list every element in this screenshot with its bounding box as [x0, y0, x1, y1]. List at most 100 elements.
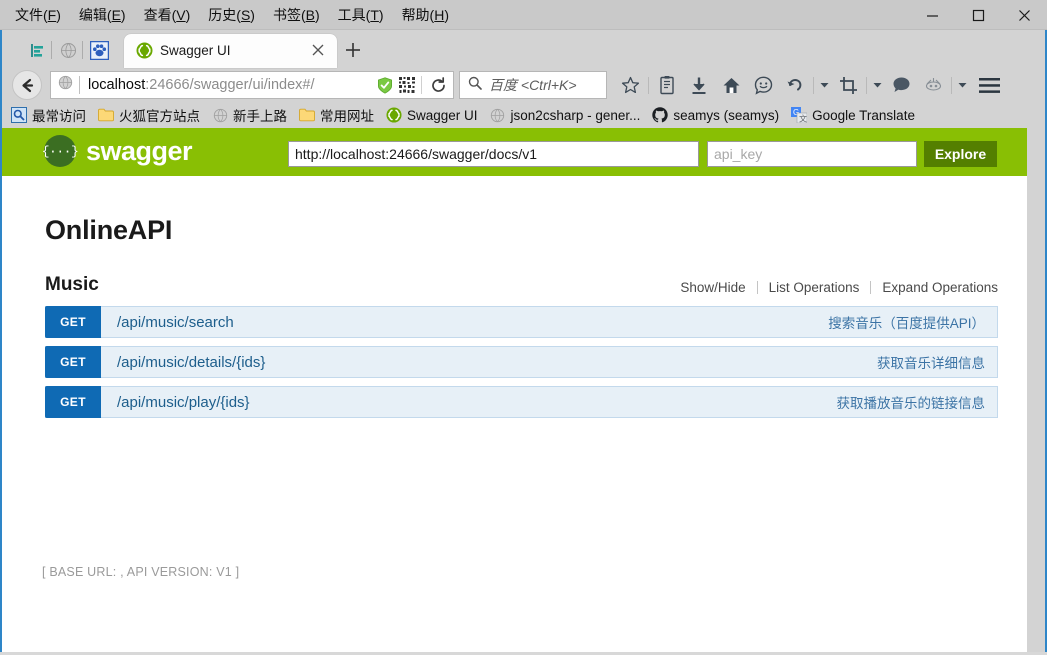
tab-tool-divider	[51, 41, 52, 59]
url-host: localhost	[88, 77, 146, 93]
expand-operations-link[interactable]: Expand Operations	[871, 280, 998, 295]
operation-row[interactable]: GET /api/music/search 搜索音乐（百度提供API）	[45, 306, 998, 338]
smiley-icon[interactable]	[747, 71, 779, 99]
crop-icon[interactable]	[832, 71, 864, 99]
bookmark-newbie[interactable]: 新手上路	[212, 105, 287, 125]
operation-row[interactable]: GET /api/music/details/{ids} 获取音乐详细信息	[45, 346, 998, 378]
most-visited-icon	[11, 107, 27, 123]
close-tab-icon[interactable]	[311, 43, 327, 59]
reload-icon[interactable]	[430, 76, 447, 94]
operation-path[interactable]: /api/music/search	[101, 307, 828, 337]
title-menu-bar: 文件(F) 编辑(E) 查看(V) 历史(S) 书签(B) 工具(T) 帮助(H…	[0, 0, 1047, 30]
bookmark-label: 常用网址	[320, 109, 374, 124]
toolbar-divider-2	[813, 76, 814, 94]
operation-description[interactable]: 搜索音乐（百度提供API）	[828, 307, 997, 337]
swagger-logo[interactable]: {···} swagger	[42, 135, 193, 167]
api-key-input[interactable]	[707, 141, 917, 167]
bookmark-label: Swagger UI	[407, 107, 478, 123]
browser-chrome: Swagger UI localhost:24666/swagger/ui/in…	[2, 30, 1045, 128]
paw-icon[interactable]	[86, 39, 112, 61]
swagger-spec-url-input[interactable]	[288, 141, 699, 167]
operation-description[interactable]: 获取音乐详细信息	[877, 347, 997, 377]
page-scrollbar[interactable]	[1027, 128, 1045, 653]
explore-button[interactable]: Explore	[924, 141, 997, 167]
tab-strip: Swagger UI	[2, 30, 1045, 68]
window-controls	[909, 0, 1047, 30]
browser-window: 文件(F) 编辑(E) 查看(V) 历史(S) 书签(B) 工具(T) 帮助(H…	[0, 0, 1047, 655]
toolbar-divider-4	[951, 76, 952, 94]
url-rest: :24666/swagger/ui/index#/	[145, 77, 315, 93]
operation-path[interactable]: /api/music/play/{ids}	[101, 387, 837, 417]
search-input[interactable]: 百度 <Ctrl+K>	[459, 71, 607, 99]
menu-tools[interactable]: 工具(T)	[329, 4, 393, 27]
tab-tool-divider-2	[82, 41, 83, 59]
bookmark-label: 新手上路	[233, 109, 287, 124]
http-method-badge: GET	[45, 306, 101, 338]
reader-mode-icon[interactable]	[651, 71, 683, 99]
qr-code-icon[interactable]	[399, 77, 415, 93]
crop-dropdown-caret-icon[interactable]	[869, 71, 885, 99]
http-method-badge: GET	[45, 346, 101, 378]
url-text: localhost:24666/swagger/ui/index#/	[88, 77, 377, 93]
url-bar[interactable]: localhost:24666/swagger/ui/index#/	[50, 71, 454, 99]
menu-help[interactable]: 帮助(H)	[393, 4, 458, 27]
operation-description[interactable]: 获取播放音乐的链接信息	[837, 387, 998, 417]
bookmark-swagger-ui[interactable]: Swagger UI	[386, 107, 478, 123]
operation-row[interactable]: GET /api/music/play/{ids} 获取播放音乐的链接信息	[45, 386, 998, 418]
operation-path[interactable]: /api/music/details/{ids}	[101, 347, 877, 377]
extension-icon[interactable]	[917, 71, 949, 99]
extension-dropdown-caret-icon[interactable]	[954, 71, 970, 99]
menu-file[interactable]: 文件(F)	[6, 4, 70, 27]
bookmark-firefox-official[interactable]: 火狐官方站点	[98, 105, 200, 125]
bookmark-google-translate[interactable]: G文 Google Translate	[791, 107, 915, 123]
sidebar-icon[interactable]	[24, 39, 50, 61]
bookmark-common-sites[interactable]: 常用网址	[299, 105, 374, 125]
menu-history[interactable]: 历史(S)	[199, 4, 264, 27]
menu-bookmarks[interactable]: 书签(B)	[264, 4, 329, 27]
folder-icon	[98, 107, 114, 123]
bookmark-seamys[interactable]: seamys (seamys)	[652, 107, 779, 123]
new-tab-button[interactable]	[343, 40, 365, 62]
tab-swagger-ui[interactable]: Swagger UI	[124, 34, 337, 68]
minimize-button[interactable]	[909, 0, 955, 30]
back-arrow-icon[interactable]	[12, 70, 42, 100]
home-icon[interactable]	[715, 71, 747, 99]
bookmark-label: Google Translate	[812, 107, 915, 123]
url-reload-divider	[421, 76, 422, 94]
bookmark-label: seamys (seamys)	[673, 107, 780, 123]
close-button[interactable]	[1001, 0, 1047, 30]
google-translate-icon: G文	[791, 107, 808, 124]
page-content: {···} swagger Explore OnlineAPI Music Sh…	[2, 128, 1027, 653]
bookmark-most-visited[interactable]: 最常访问	[11, 105, 86, 125]
page-title: OnlineAPI	[45, 215, 173, 245]
globe-icon	[490, 107, 506, 123]
swagger-favicon	[386, 107, 402, 123]
bookmark-label: 火狐官方站点	[119, 109, 200, 124]
bookmark-json2csharp[interactable]: json2csharp - gener...	[490, 107, 641, 123]
base-url-info: [ BASE URL: , API VERSION: V1 ]	[42, 565, 240, 579]
undo-dropdown-caret-icon[interactable]	[816, 71, 832, 99]
bookmark-label: json2csharp - gener...	[510, 107, 641, 123]
speech-bubble-icon[interactable]	[885, 71, 917, 99]
svg-text:文: 文	[799, 114, 807, 124]
bookmarks-bar: 最常访问 火狐官方站点 新手上路 常用网址 Swagger UI json2cs…	[2, 102, 1045, 128]
globe-icon[interactable]	[55, 39, 81, 61]
menu-edit[interactable]: 编辑(E)	[70, 4, 135, 27]
bookmark-star-icon[interactable]	[614, 71, 646, 99]
resource-header: Music Show/Hide List Operations Expand O…	[45, 274, 998, 302]
menu-view[interactable]: 查看(V)	[135, 4, 200, 27]
folder-icon	[299, 107, 315, 123]
hamburger-menu-icon[interactable]	[970, 71, 1008, 99]
show-hide-link[interactable]: Show/Hide	[669, 280, 756, 295]
list-operations-link[interactable]: List Operations	[758, 280, 871, 295]
search-icon	[468, 76, 482, 95]
swagger-favicon	[136, 42, 153, 59]
shield-icon[interactable]	[377, 76, 393, 94]
download-arrow-icon[interactable]	[683, 71, 715, 99]
undo-icon[interactable]	[779, 71, 811, 99]
tab-title: Swagger UI	[160, 43, 231, 58]
maximize-button[interactable]	[955, 0, 1001, 30]
toolbar-divider-1	[648, 76, 649, 94]
navigation-bar: localhost:24666/swagger/ui/index#/ 百度 <C…	[2, 68, 1045, 102]
swagger-logo-icon: {···}	[42, 135, 79, 167]
